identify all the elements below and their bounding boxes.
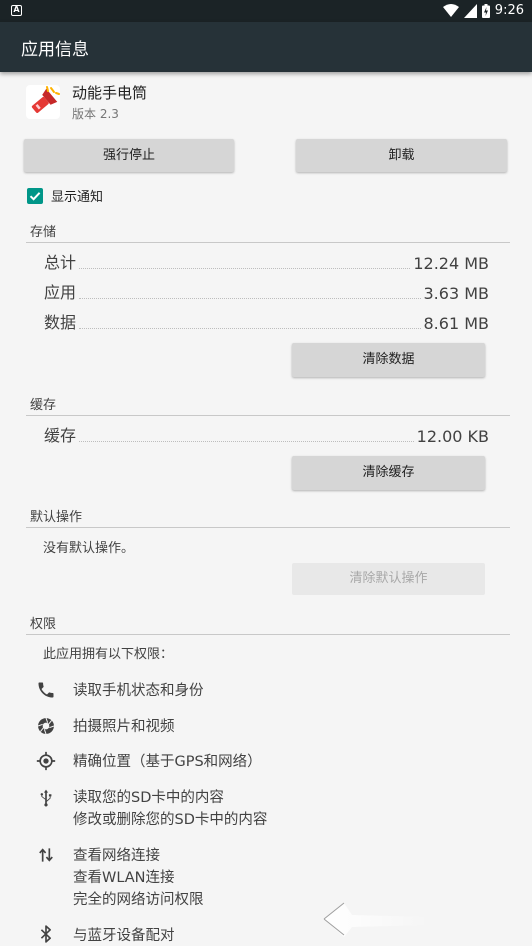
app-bar: 应用信息 xyxy=(0,22,532,72)
page-title: 应用信息 xyxy=(21,40,89,60)
permission-item: 拍摄照片和视频 xyxy=(73,719,175,735)
cache-section-title: 缓存 xyxy=(30,398,57,413)
signal-icon xyxy=(463,3,477,18)
permission-item: 读取手机状态和身份 xyxy=(73,683,204,699)
permission-item: 查看WLAN连接 xyxy=(73,870,175,886)
app-version: 版本 2.3 xyxy=(72,107,119,121)
permissions-divider xyxy=(26,634,510,635)
permission-item: 修改或删除您的SD卡中的内容 xyxy=(73,812,268,828)
storage-row-label: 数据 xyxy=(44,313,77,332)
storage-divider xyxy=(26,242,510,243)
clear-data-button[interactable]: 清除数据 xyxy=(292,343,485,377)
cache-row-label: 缓存 xyxy=(44,426,77,445)
phone-icon xyxy=(38,682,54,698)
permission-item: 读取您的SD卡中的内容 xyxy=(73,790,224,806)
show-notifications-row[interactable]: 显示通知 xyxy=(27,186,103,205)
bluetooth-icon xyxy=(40,925,52,943)
clear-defaults-button[interactable]: 清除默认操作 xyxy=(292,563,485,595)
usb-icon xyxy=(40,789,52,807)
status-time: 9:26 xyxy=(494,3,524,18)
permission-item: 完全的网络访问权限 xyxy=(73,892,204,908)
check-icon xyxy=(29,191,41,201)
wifi-icon xyxy=(442,3,459,17)
force-stop-button[interactable]: 强行停止 xyxy=(24,139,234,172)
camera-icon xyxy=(37,717,55,735)
permission-item: 精确位置（基于GPS和网络） xyxy=(73,754,262,770)
clear-cache-button[interactable]: 清除缓存 xyxy=(292,456,485,490)
app-name: 动能手电筒 xyxy=(72,84,148,102)
defaults-divider xyxy=(26,527,510,528)
storage-row-total: 总计 12.24 MB xyxy=(44,251,489,273)
storage-row-label: 总计 xyxy=(44,253,77,272)
storage-row-value: 8.61 MB xyxy=(423,314,490,333)
permission-item: 查看网络连接 xyxy=(73,848,160,864)
show-notifications-checkbox[interactable] xyxy=(27,187,43,204)
cache-divider xyxy=(26,415,510,416)
permissions-section-title: 权限 xyxy=(30,617,57,632)
location-icon xyxy=(36,751,56,771)
notification-icon: A xyxy=(11,5,22,16)
battery-icon xyxy=(481,3,490,18)
flashlight-app-icon xyxy=(26,85,60,119)
uninstall-button[interactable]: 卸载 xyxy=(296,139,507,172)
storage-row-data: 数据 8.61 MB xyxy=(44,311,489,333)
storage-row-app: 应用 3.63 MB xyxy=(44,281,489,303)
storage-section-title: 存储 xyxy=(30,225,57,240)
storage-row-label: 应用 xyxy=(44,283,77,302)
storage-row-value: 12.24 MB xyxy=(413,254,489,273)
cache-row-value: 12.00 KB xyxy=(416,427,489,446)
cache-row: 缓存 12.00 KB xyxy=(44,424,489,446)
storage-row-value: 3.63 MB xyxy=(423,284,490,303)
network-icon xyxy=(39,848,53,862)
no-defaults-text: 没有默认操作。 xyxy=(43,541,135,556)
status-bar: A 9:26 xyxy=(0,0,532,22)
show-notifications-label: 显示通知 xyxy=(51,190,104,205)
permission-item: 与蓝牙设备配对 xyxy=(73,928,175,944)
permissions-intro: 此应用拥有以下权限： xyxy=(43,647,174,662)
swipe-gesture-icon xyxy=(323,902,430,937)
defaults-section-title: 默认操作 xyxy=(30,510,83,525)
